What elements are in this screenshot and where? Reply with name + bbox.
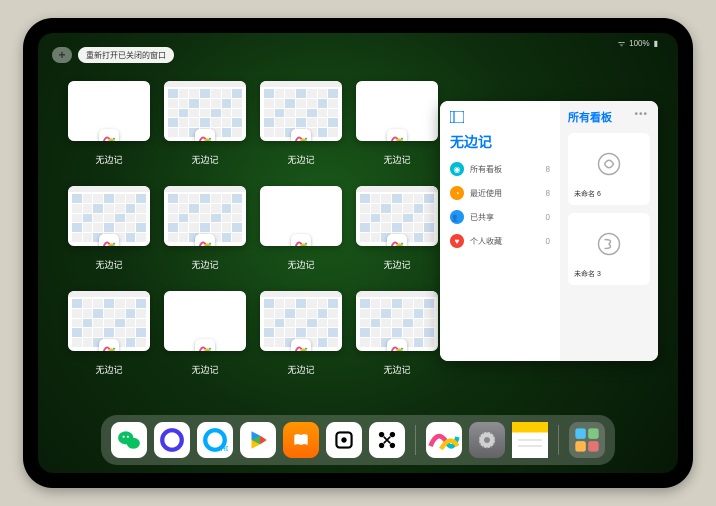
battery-label: 100% [629,39,649,48]
dock-notes-icon[interactable] [512,422,548,458]
dock-connect-icon[interactable] [369,422,405,458]
freeform-app-icon [387,339,407,351]
window-label: 无边记 [287,258,314,271]
app-switcher-grid: 无边记无边记无边记无边记无边记无边记无边记无边记无边记无边记无边记无边记 [68,81,438,376]
sidebar-toggle-icon[interactable] [450,111,550,126]
board-preview [574,219,644,269]
freeform-app-icon [195,129,215,141]
freeform-window[interactable]: ••• 无边记 ◉ 所有看板 8 ◔ 最近使用 8 👥 已共享 0 ♥ 个人收藏 0 所有看板 未命名… [440,101,658,361]
svg-text:HD: HD [220,444,228,453]
freeform-app-icon [99,339,119,351]
dock-books-icon[interactable] [283,422,319,458]
freeform-app-icon [99,129,119,141]
menu-label: 最近使用 [470,188,502,199]
menu-count: 0 [546,213,550,222]
window-thumbnail[interactable]: 无边记 [164,291,246,376]
app-title: 无边记 [450,132,550,152]
window-label: 无边记 [191,153,218,166]
dock: HD [101,415,615,465]
battery-icon: ▮ [654,39,658,48]
window-thumbnail[interactable]: 无边记 [68,81,150,166]
more-icon[interactable]: ••• [634,109,648,120]
freeform-app-icon [195,339,215,351]
board-label: 未命名 3 [574,269,644,279]
topbar: + 重新打开已关闭的窗口 [52,47,174,63]
window-label: 无边记 [287,153,314,166]
sidebar: 无边记 ◉ 所有看板 8 ◔ 最近使用 8 👥 已共享 0 ♥ 个人收藏 0 [440,101,560,361]
boards-panel: 所有看板 未命名 6未命名 3 [560,101,658,361]
freeform-app-icon [291,234,311,246]
board-card[interactable]: 未命名 3 [568,213,650,285]
window-label: 无边记 [383,153,410,166]
window-label: 无边记 [191,363,218,376]
menu-count: 8 [546,165,550,174]
dock-quark-browser-icon[interactable] [154,422,190,458]
screen: ᯤ 100% ▮ + 重新打开已关闭的窗口 无边记无边记无边记无边记无边记无边记… [38,33,678,473]
sidebar-item-0[interactable]: ◉ 所有看板 8 [450,162,550,176]
window-thumbnail[interactable]: 无边记 [356,186,438,271]
ipad-frame: ᯤ 100% ▮ + 重新打开已关闭的窗口 无边记无边记无边记无边记无边记无边记… [23,18,693,488]
menu-icon: ◔ [450,186,464,200]
freeform-app-icon [99,234,119,246]
window-label: 无边记 [95,258,122,271]
window-label: 无边记 [383,363,410,376]
dock-wechat-icon[interactable] [111,422,147,458]
menu-count: 8 [546,189,550,198]
window-thumbnail[interactable]: 无边记 [356,81,438,166]
new-window-button[interactable]: + [52,47,72,63]
window-thumbnail[interactable]: 无边记 [356,291,438,376]
window-label: 无边记 [95,363,122,376]
menu-icon: 👥 [450,210,464,224]
sidebar-item-2[interactable]: 👥 已共享 0 [450,210,550,224]
menu-label: 个人收藏 [470,236,502,247]
dock-dice-icon[interactable] [326,422,362,458]
window-thumbnail[interactable]: 无边记 [164,81,246,166]
window-label: 无边记 [383,258,410,271]
window-thumbnail[interactable]: 无边记 [260,186,342,271]
freeform-app-icon [291,339,311,351]
window-label: 无边记 [191,258,218,271]
dock-separator [415,425,416,455]
freeform-app-icon [195,234,215,246]
freeform-app-icon [291,129,311,141]
dock-separator [558,425,559,455]
dock-play-video-icon[interactable] [240,422,276,458]
board-label: 未命名 6 [574,189,644,199]
sidebar-item-1[interactable]: ◔ 最近使用 8 [450,186,550,200]
window-thumbnail[interactable]: 无边记 [68,291,150,376]
dock-qq-browser-icon[interactable]: HD [197,422,233,458]
dock-app-library-icon[interactable] [569,422,605,458]
sidebar-menu: ◉ 所有看板 8 ◔ 最近使用 8 👥 已共享 0 ♥ 个人收藏 0 [450,162,550,248]
wifi-icon: ᯤ [618,38,625,49]
freeform-app-icon [387,234,407,246]
sidebar-item-3[interactable]: ♥ 个人收藏 0 [450,234,550,248]
menu-count: 0 [546,237,550,246]
window-thumbnail[interactable]: 无边记 [164,186,246,271]
window-thumbnail[interactable]: 无边记 [68,186,150,271]
reopen-closed-window-button[interactable]: 重新打开已关闭的窗口 [78,47,174,63]
window-label: 无边记 [95,153,122,166]
window-label: 无边记 [287,363,314,376]
board-preview [574,139,644,189]
board-card[interactable]: 未命名 6 [568,133,650,205]
dock-freeform-icon[interactable] [426,422,462,458]
menu-label: 已共享 [470,212,494,223]
menu-label: 所有看板 [470,164,502,175]
menu-icon: ♥ [450,234,464,248]
freeform-app-icon [387,129,407,141]
dock-settings-icon[interactable] [469,422,505,458]
menu-icon: ◉ [450,162,464,176]
window-thumbnail[interactable]: 无边记 [260,291,342,376]
window-thumbnail[interactable]: 无边记 [260,81,342,166]
